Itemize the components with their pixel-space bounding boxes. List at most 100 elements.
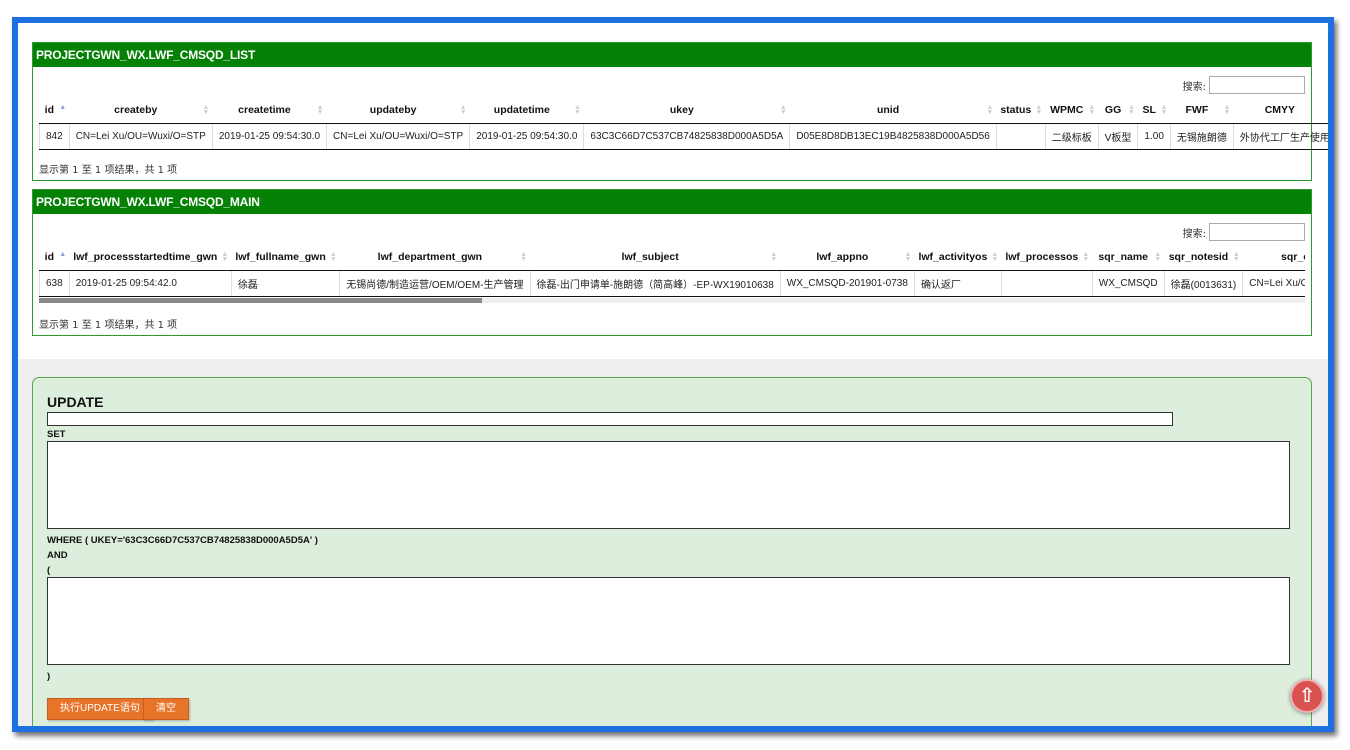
column-header-label: lwf_subject (621, 250, 679, 263)
sort-icon: ▲ ▼ (316, 104, 324, 116)
column-header-updatetime[interactable]: updatetime ▲ ▼ (469, 97, 584, 124)
column-header-label: lwf_fullname_gwn (235, 250, 326, 263)
sort-icon: ▲ ▼ (221, 251, 229, 263)
column-header-lwf-processstartedtime-gwn[interactable]: lwf_processstartedtime_gwn ▲ ▼ (69, 244, 232, 271)
set-label: SET (47, 429, 66, 440)
column-header-lwf-appno[interactable]: lwf_appno ▲ ▼ (780, 244, 915, 271)
column-header-unid[interactable]: unid ▲ ▼ (789, 97, 997, 124)
table-cell: 徐磊 (230, 270, 340, 297)
column-header-wpmc[interactable]: WPMC ▲ ▼ (1045, 97, 1099, 124)
close-paren: ) (47, 671, 51, 682)
sort-icon: ▲ ▼ (1232, 251, 1240, 263)
table-cell: 二级标板 (1044, 123, 1099, 150)
list-search-label: 搜索: (1182, 81, 1206, 93)
column-header-label: lwf_department_gwn (377, 250, 483, 263)
sort-icon: ▲ ▼ (459, 104, 467, 116)
column-header-label: sqr_notesid (1168, 250, 1229, 263)
table-cell: CN=Lei Xu/OU=Wuxi/O=STP (68, 123, 213, 150)
table-cell: 2019-01-25 09:54:30.0 (469, 123, 584, 150)
table-cell: WX_CMSQD (1091, 270, 1165, 297)
column-header-createtime[interactable]: createtime ▲ ▼ (212, 97, 327, 124)
main-table-viewport: id ▲ lwf_processstartedtime_gwn ▲ ▼ lwf_fulln… (33, 244, 1305, 304)
column-header-cmyy[interactable]: CMYY ▲ ▼ (1233, 97, 1328, 124)
column-header-createby[interactable]: createby ▲ ▼ (69, 97, 213, 124)
sort-icon: ▲ ▼ (573, 104, 581, 116)
sort-icon: ▲ ▼ (770, 251, 778, 263)
main-table: id ▲ lwf_processstartedtime_gwn ▲ ▼ lwf_fulln… (39, 244, 1305, 297)
clear-button[interactable]: 清空 (143, 698, 189, 720)
list-panel: PROJECTGWN_WX.LWF_CMSQD_LIST 搜索: id ▲ crea… (32, 42, 1328, 181)
column-header-lwf-processos[interactable]: lwf_processos ▲ ▼ (1001, 244, 1093, 271)
back-to-top-button[interactable]: ⇧ (1290, 679, 1324, 713)
sort-icon: ▲ ▼ (1160, 104, 1168, 116)
main-panel: PROJECTGWN_WX.LWF_CMSQD_MAIN 搜索: id ▲ lwf_… (32, 189, 1312, 336)
table-cell: CN=Lei Xu/OU=Wuxi/O=STP (326, 123, 470, 150)
column-header-label: sqr_name (1098, 250, 1149, 263)
table-cell: 63C3C66D7C537CB74825838D000A5D5A (583, 123, 790, 150)
table-row[interactable]: 638 2019-01-25 09:54:42.0 徐磊 无锡尚德/制造运营/OEM/… (39, 270, 1305, 297)
sort-icon: ▲ ▼ (904, 251, 912, 263)
table-cell: 638 (39, 270, 70, 297)
table-row[interactable]: 842 CN=Lei Xu/OU=Wuxi/O=STP 2019-01-25 09:… (39, 123, 1328, 150)
column-header-label: CMYY (1264, 103, 1296, 116)
table-cell: 外协代工厂生产使用 (1232, 123, 1328, 150)
sort-icon: ▲ ▼ (329, 251, 337, 263)
condition-textarea[interactable] (47, 577, 1290, 665)
column-header-lwf-subject[interactable]: lwf_subject ▲ ▼ (530, 244, 781, 271)
column-header-sqr-empno[interactable]: sqr_empno▲▼ (1242, 244, 1305, 271)
where-label: WHERE ( UKEY='63C3C66D7C537CB74825838D00… (47, 535, 318, 546)
table-cell (1000, 270, 1093, 297)
scrollbar-thumb[interactable] (39, 298, 483, 303)
update-form: UPDATE SET WHERE ( UKEY='63C3C66D7C537CB… (32, 377, 1312, 726)
update-table-input[interactable] (47, 412, 1173, 426)
column-header-lwf-fullname-gwn[interactable]: lwf_fullname_gwn ▲ ▼ (231, 244, 340, 271)
column-header-label: ukey (669, 103, 694, 116)
column-header-ukey[interactable]: ukey ▲ ▼ (583, 97, 790, 124)
list-search-input[interactable] (1209, 76, 1305, 94)
list-table: id ▲ createby ▲ ▼ createtime ▲ ▼ updateby ▲ ▼ updat… (39, 97, 1328, 150)
main-search-input[interactable] (1209, 223, 1305, 241)
main-search-label: 搜索: (1182, 228, 1206, 240)
column-header-gg[interactable]: GG ▲ ▼ (1098, 97, 1138, 124)
column-header-label: id (44, 250, 55, 263)
column-header-label: sqr_empno (1281, 250, 1305, 263)
set-textarea[interactable] (47, 441, 1290, 529)
sort-icon: ▲ ▼ (991, 251, 999, 263)
column-header-label: lwf_activityos (918, 250, 988, 263)
sort-icon: ▲ (59, 104, 67, 111)
column-header-label: GG (1104, 103, 1122, 116)
update-title: UPDATE (47, 394, 104, 410)
column-header-id[interactable]: id ▲ (39, 97, 70, 124)
column-header-id[interactable]: id ▲ (39, 244, 70, 271)
list-panel-title: PROJECTGWN_WX.LWF_CMSQD_LIST (33, 43, 1311, 67)
main-horizontal-scrollbar[interactable] (39, 298, 1305, 303)
column-header-label: SL (1142, 103, 1156, 116)
sort-icon: ▲ ▼ (520, 251, 527, 263)
table-cell (995, 123, 1046, 150)
column-header-fwf[interactable]: FWF ▲ ▼ (1170, 97, 1234, 124)
table-cell: D05E8D8DB13EC19B4825838D000A5D56 (789, 123, 997, 150)
column-header-status[interactable]: status ▲ ▼ (996, 97, 1046, 124)
column-header-sl[interactable]: SL ▲ ▼ (1137, 97, 1171, 124)
and-label: AND (47, 550, 68, 561)
sort-icon: ▲ ▼ (1088, 104, 1096, 116)
column-header-label: updatetime (493, 103, 550, 116)
table-cell: 徐磊(0013631) (1163, 270, 1243, 297)
execute-update-button[interactable]: 执行UPDATE语句 (47, 698, 153, 720)
column-header-updateby[interactable]: updateby ▲ ▼ (326, 97, 470, 124)
app-frame: PROJECTGWN_WX.LWF_CMSQD_LIST 搜索: id ▲ crea… (12, 17, 1334, 732)
table-cell: 1.00 (1137, 123, 1171, 150)
column-header-sqr-notesid[interactable]: sqr_notesid ▲ ▼ (1164, 244, 1243, 271)
table-cell: WX_CMSQD-201901-0738 (779, 270, 915, 297)
column-header-label: createtime (238, 103, 291, 116)
open-paren: ( (47, 565, 51, 576)
sort-icon: ▲ ▼ (779, 104, 787, 116)
column-header-lwf-activityos[interactable]: lwf_activityos ▲ ▼ (914, 244, 1002, 271)
column-header-sqr-name[interactable]: sqr_name ▲ ▼ (1092, 244, 1165, 271)
column-header-label: updateby (369, 103, 417, 116)
arrow-up-icon: ⇧ (1298, 683, 1316, 707)
column-header-lwf-department-gwn[interactable]: lwf_department_gwn ▲ ▼ (339, 244, 530, 271)
column-header-label: createby (114, 103, 158, 116)
column-header-label: status (1000, 103, 1032, 116)
table-cell: 2019-01-25 09:54:42.0 (68, 270, 232, 297)
